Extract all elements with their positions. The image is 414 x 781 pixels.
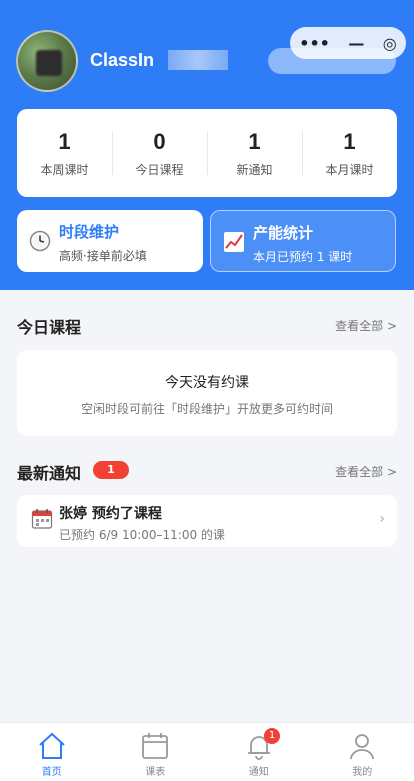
stat-label: 新通知 (236, 161, 272, 178)
empty-title: 今天没有约课 (17, 372, 397, 392)
mini-program-capsule: ••• — ◎ (290, 27, 406, 59)
close-icon[interactable]: ◎ (383, 34, 397, 53)
empty-hint: 空闲时段可前往「时段维护」开放更多可约时间 (17, 400, 397, 417)
stat-value: 1 (58, 129, 70, 155)
today-section-title: 今日课程 (17, 314, 81, 338)
tab-notices[interactable]: 1 通知 (207, 723, 311, 781)
today-empty-card: 今天没有约课 空闲时段可前往「时段维护」开放更多可约时间 (17, 350, 397, 436)
stat-value: 0 (153, 129, 165, 155)
stat-today-courses[interactable]: 0 今日课程 (112, 109, 207, 197)
tab-home[interactable]: 首页 (0, 723, 104, 781)
tab-label: 我的 (352, 763, 372, 778)
avatar[interactable] (16, 30, 78, 92)
stat-label: 本周课时 (40, 161, 88, 178)
stat-month-hours[interactable]: 1 本月课时 (302, 109, 397, 197)
chevron-right-icon: › (379, 511, 385, 527)
user-icon (347, 731, 377, 761)
capacity-stats-card[interactable]: 产能统计 本月已预约 1 课时 (210, 210, 396, 272)
redacted-name (168, 50, 228, 70)
notice-detail: 已预约 6/9 10:00–11:00 的课 (59, 526, 225, 543)
tab-profile[interactable]: 我的 (311, 723, 414, 781)
schedule-card[interactable]: 时段维护 高频·接单前必填 (17, 210, 203, 272)
notices-count-badge: 1 (93, 461, 129, 479)
notice-title: 张婷 预约了课程 (59, 503, 162, 523)
clock-icon (29, 230, 51, 252)
notices-section-title: 最新通知 (17, 460, 81, 484)
calendar-icon (140, 731, 170, 761)
capacity-card-title: 产能统计 (253, 222, 313, 243)
stat-value: 1 (248, 129, 260, 155)
schedule-card-title: 时段维护 (59, 221, 119, 242)
calendar-icon (31, 508, 53, 530)
more-icon[interactable]: ••• (299, 34, 330, 53)
home-icon (37, 731, 67, 761)
notices-view-all-link[interactable]: 查看全部 > (335, 463, 397, 480)
bottom-tab-bar: 首页 课表 1 通知 我的 (0, 722, 414, 781)
notice-item[interactable]: 张婷 预约了课程 已预约 6/9 10:00–11:00 的课 › (17, 495, 397, 547)
stat-label: 今日课程 (135, 161, 183, 178)
today-view-all-link[interactable]: 查看全部 > (335, 317, 397, 334)
username: ClassIn (90, 50, 154, 71)
tab-schedule[interactable]: 课表 (104, 723, 208, 781)
tab-label: 首页 (42, 763, 62, 778)
stat-week-hours[interactable]: 1 本周课时 (17, 109, 112, 197)
capacity-card-subtitle: 本月已预约 1 课时 (253, 248, 352, 265)
stat-value: 1 (343, 129, 355, 155)
notices-tab-badge: 1 (264, 728, 280, 744)
header-banner: ClassIn ••• — ◎ 1 本周课时 0 今日课程 1 新通知 1 本月… (0, 0, 414, 290)
stat-label: 本月课时 (325, 161, 373, 178)
schedule-card-subtitle: 高频·接单前必填 (59, 247, 147, 264)
stat-new-notices[interactable]: 1 新通知 (207, 109, 302, 197)
minimize-icon[interactable]: — (348, 34, 364, 53)
chart-icon (223, 231, 245, 253)
tab-label: 课表 (145, 763, 165, 778)
tab-label: 通知 (249, 763, 269, 778)
stats-panel: 1 本周课时 0 今日课程 1 新通知 1 本月课时 (17, 109, 397, 197)
